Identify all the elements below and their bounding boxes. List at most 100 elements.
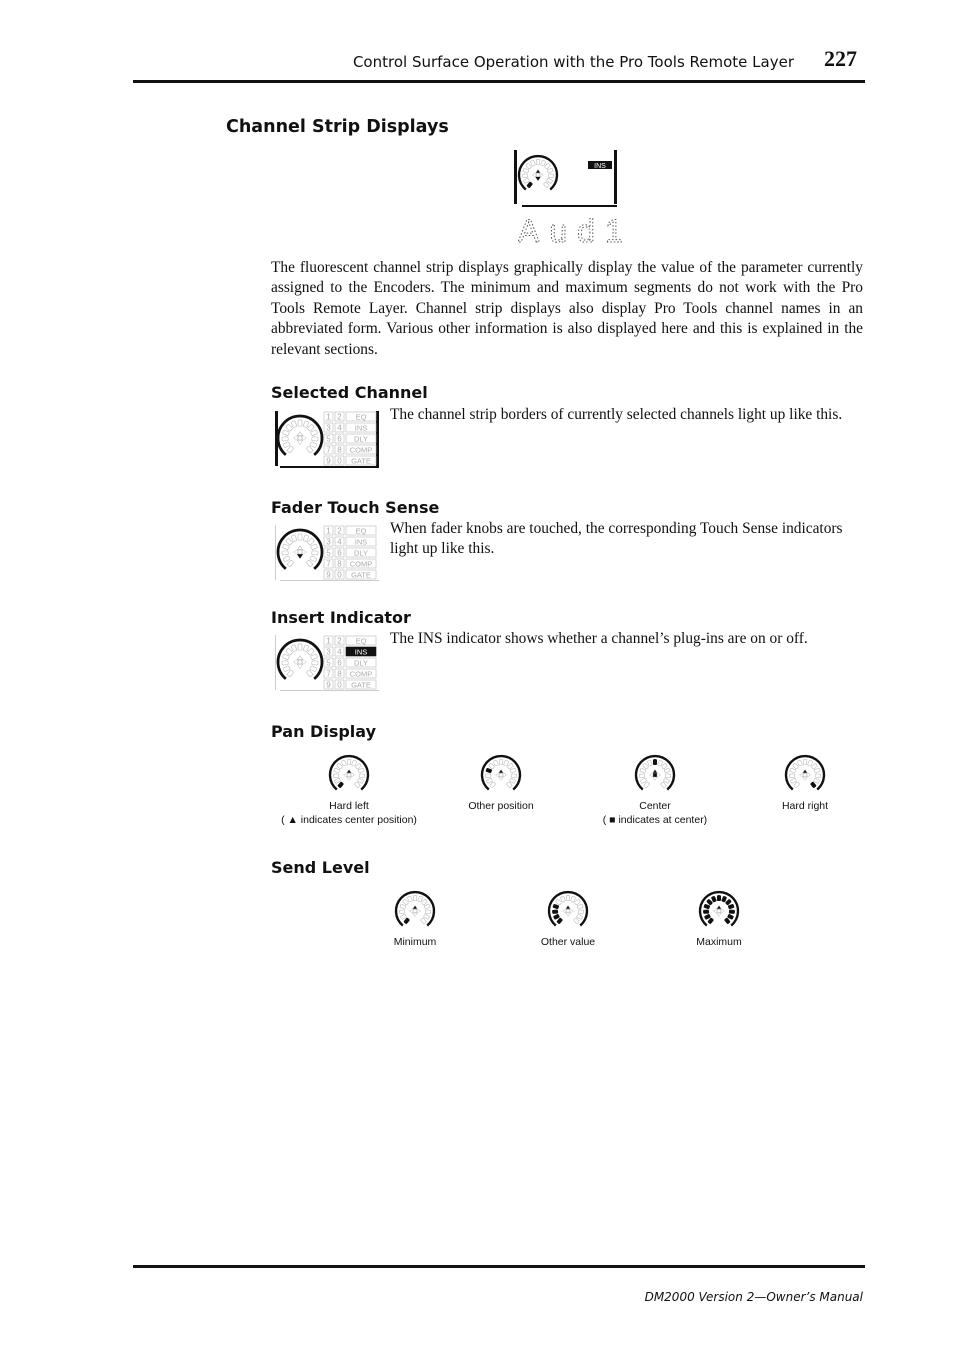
number-label: 6 (337, 659, 342, 668)
channel-name-dots: Aud1 (518, 213, 625, 249)
lit-segment (728, 909, 735, 914)
unlit-segment (565, 895, 571, 902)
unlit-segment (493, 760, 499, 767)
selected-border-left (275, 411, 278, 466)
caption-text: Hard right (781, 800, 829, 812)
center-square-icon (803, 773, 807, 777)
unlit-segment (306, 559, 313, 567)
unlit-segment (307, 538, 315, 546)
unlit-segment (281, 436, 289, 442)
selected-border-right (376, 411, 379, 466)
unlit-segment (307, 648, 315, 656)
down-arrow-icon (346, 776, 352, 781)
unlit-segment (506, 781, 513, 788)
intro-paragraph: The fluorescent channel strip displays g… (271, 259, 863, 358)
right-arrow-icon (502, 772, 507, 778)
left-arrow-icon (799, 772, 804, 778)
unlit-segment (283, 555, 291, 562)
unlit-segment (302, 644, 309, 652)
strip-button-label: EQ (356, 637, 367, 646)
number-label: 1 (326, 527, 331, 536)
encoder-ring-icon (276, 528, 324, 570)
up-arrow-icon (498, 769, 504, 774)
section-title: Channel Strip Displays (226, 117, 449, 137)
strip-button-label: COMP (350, 560, 373, 569)
number-label: 2 (337, 413, 342, 422)
page-number: 227 (824, 46, 857, 71)
unlit-segment (310, 543, 318, 550)
unlit-segment (336, 763, 343, 770)
knob-figure (547, 890, 589, 927)
knob-figure (394, 890, 436, 927)
right-arrow-icon (656, 772, 661, 778)
left-arrow-icon (713, 908, 718, 914)
unlit-segment (813, 778, 820, 784)
caption-note: ( ▲ indicates center position) (281, 814, 417, 826)
strip-button-label: COMP (350, 670, 373, 679)
strip-button-label: EQ (356, 527, 367, 536)
insert-indicator-figure: 1 2 EQ 3 4 INS 5 6 DLY 7 8 COMP 9 0 GATE (275, 635, 379, 691)
unlit-segment (790, 778, 797, 784)
unlit-segment (402, 899, 409, 906)
running-header: Control Surface Operation with the Pro T… (352, 53, 794, 71)
header-rule (133, 80, 865, 83)
up-arrow-icon (296, 431, 304, 436)
unlit-segment (642, 763, 649, 770)
right-arrow-icon (569, 908, 574, 914)
unlit-segment (358, 773, 365, 778)
center-square-icon (347, 773, 351, 777)
unlit-segment (814, 773, 821, 778)
unlit-segment (576, 914, 583, 920)
knob-figure (480, 754, 522, 791)
caption-text: Other position (468, 800, 534, 812)
down-arrow-icon (652, 776, 658, 781)
center-square-icon (536, 173, 540, 177)
number-label: 4 (337, 424, 342, 433)
number-label: 7 (326, 670, 331, 679)
number-label: 0 (337, 571, 342, 580)
center-square-icon (297, 659, 303, 665)
unlit-segment (420, 917, 427, 924)
strip-button-label: COMP (350, 446, 373, 455)
down-arrow-icon (535, 176, 541, 181)
unlit-segment (400, 914, 407, 920)
left-arrow-icon (495, 772, 500, 778)
unlit-segment (309, 441, 317, 448)
unlit-segment (793, 781, 800, 788)
knob-figure (328, 754, 370, 791)
number-label: 6 (337, 549, 342, 558)
unlit-segment (287, 445, 294, 453)
unlit-segment (341, 760, 347, 767)
number-label: 8 (337, 446, 342, 455)
unlit-segment (509, 778, 516, 784)
lit-segment (552, 909, 559, 914)
unlit-segment (333, 768, 340, 774)
lit-segment (652, 759, 658, 766)
subsection-text: The channel strip borders of currently s… (390, 406, 843, 423)
unlit-segment (424, 904, 431, 910)
center-square-icon (566, 909, 570, 913)
unlit-segment (573, 917, 580, 924)
selected-border-bottom (280, 466, 379, 468)
unlit-segment (399, 909, 406, 914)
left-arrow-icon (293, 658, 298, 666)
unlit-segment (282, 429, 290, 436)
unlit-segment (351, 760, 357, 767)
right-arrow-icon (302, 658, 307, 666)
unlit-segment (302, 420, 309, 428)
unlit-segment (814, 768, 821, 774)
knob-caption: Other position (411, 799, 591, 813)
unlit-segment (546, 178, 553, 184)
unlit-segment (287, 559, 294, 567)
unlit-segment (555, 899, 562, 906)
unlit-segment (661, 763, 668, 770)
unlit-segment (302, 534, 309, 542)
unlit-segment (486, 778, 493, 784)
caption-note: ( ■ indicates at center) (602, 814, 708, 826)
unlit-segment (664, 773, 671, 778)
number-label: 9 (326, 457, 331, 466)
strip-button-label: DLY (354, 659, 368, 668)
up-arrow-icon (565, 905, 571, 910)
strip-button-label: DLY (354, 435, 368, 444)
unlit-segment (310, 429, 318, 436)
